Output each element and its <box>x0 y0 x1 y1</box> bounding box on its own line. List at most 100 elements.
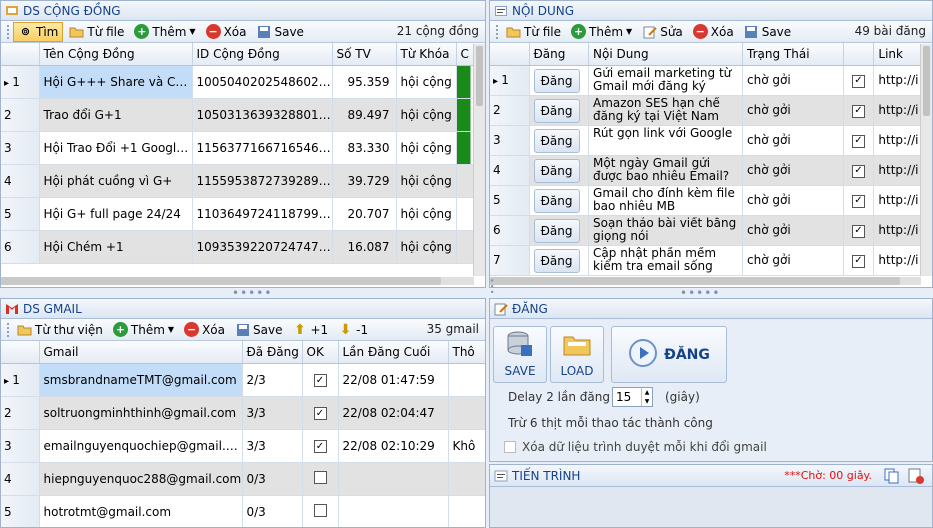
post-row-button[interactable]: Đăng <box>533 98 580 123</box>
row-header[interactable]: 5 <box>490 185 530 216</box>
community-id-cell[interactable]: 10050402025486026263​8 <box>192 65 333 99</box>
members-cell[interactable]: 83.330 <box>332 131 397 165</box>
status-cell[interactable]: chờ gởi <box>742 245 844 276</box>
row-header[interactable]: 3 <box>490 125 530 156</box>
find-button[interactable]: ⊚ Tìm <box>13 21 64 42</box>
table-row[interactable]: 2Trao đổi G+110503136393288012522989.497… <box>1 98 485 132</box>
members-cell[interactable]: 20.707 <box>332 197 397 231</box>
posted-cell[interactable]: 3/3 <box>242 429 303 463</box>
table-row[interactable]: ▸ 1 smsbrandnameTMT@gmail.com 2/3 ✓ 22/08 01… <box>1 363 485 397</box>
splitter-vertical[interactable]: ••• <box>487 278 496 295</box>
content-from-file-button[interactable]: Từ file <box>502 22 565 42</box>
community-id-cell[interactable]: 110364972411879964835 <box>192 197 333 231</box>
community-name-cell[interactable]: Trao đổi G+1 <box>39 98 193 132</box>
community-save-button[interactable]: Save <box>252 22 307 42</box>
delay-spinner[interactable]: 15 ▲ ▼ <box>612 387 653 407</box>
post-row-button[interactable]: Đăng <box>533 218 580 243</box>
col-content[interactable]: Nội Dung <box>588 43 744 66</box>
table-row[interactable]: 5 Đăng Gmail cho đính kèm file bao nhiêu M… <box>490 185 932 216</box>
last-post-cell[interactable] <box>338 495 449 527</box>
content-cell[interactable]: Gửi email marketing từ Gmail mới đăng ký <box>588 65 744 96</box>
row-header[interactable]: 4 <box>1 164 40 198</box>
table-row[interactable]: 4Hội phát cuồng vì G+1155953872739289975… <box>1 164 485 198</box>
members-cell[interactable]: 95.359 <box>332 65 397 99</box>
row-header[interactable]: 3 <box>1 429 40 463</box>
col-community-name[interactable]: Tên Cộng Đồng <box>39 43 193 66</box>
ok-checkbox[interactable]: ✓ <box>313 374 327 388</box>
gmail-add-button[interactable]: + Thêm ▼ <box>109 320 178 340</box>
row-checkbox[interactable]: ✓ <box>852 224 865 238</box>
keyword-cell[interactable]: hội cộng <box>396 65 457 99</box>
keyword-cell[interactable]: hội cộng <box>396 131 457 165</box>
ok-checkbox[interactable]: ✓ <box>313 407 327 421</box>
status-cell[interactable]: chờ gởi <box>742 215 844 246</box>
members-cell[interactable]: 89.497 <box>332 98 397 132</box>
community-id-cell[interactable]: 115637716671654603221 <box>192 131 333 165</box>
community-id-cell[interactable]: 109353922072474798354 <box>192 230 333 264</box>
extra-cell[interactable] <box>448 462 485 496</box>
community-id-cell[interactable]: 115595387273928997556 <box>192 164 333 198</box>
posted-cell[interactable]: 0/3 <box>242 462 303 496</box>
post-row-button[interactable]: Đăng <box>533 188 580 213</box>
post-row-button[interactable]: Đăng <box>533 248 580 273</box>
delay-value[interactable]: 15 <box>613 388 641 406</box>
last-post-cell[interactable]: 22/08 02:10:29 <box>338 429 449 463</box>
content-add-button[interactable]: + Thêm ▼ <box>567 22 636 42</box>
post-start-button[interactable]: ĐĂNG <box>611 326 727 383</box>
community-scrollbar[interactable] <box>473 44 485 276</box>
last-post-cell[interactable]: 22/08 02:04:47 <box>338 396 449 430</box>
gmail-from-library-button[interactable]: Từ thư viện <box>13 320 107 340</box>
content-cell[interactable]: Gmail cho đính kèm file bao nhiêu MB <box>588 185 744 216</box>
extra-cell[interactable] <box>448 396 485 430</box>
row-header[interactable]: 6 <box>490 215 530 246</box>
table-row[interactable]: 3 Đăng Rút gọn link với Google chờ gởi ✓ http… <box>490 125 932 156</box>
table-row[interactable]: 2 soltruongminhthinh@gmail.com 3/3 ✓ 22/08 0… <box>1 396 485 430</box>
row-header[interactable]: ▸ 1 <box>1 65 40 99</box>
table-row[interactable]: ▸ 1 Hội G+++ Share và Co... 10050402025486… <box>1 65 485 99</box>
row-header[interactable]: 2 <box>490 95 530 126</box>
gmail-save-button[interactable]: Save <box>231 320 286 340</box>
table-row[interactable]: 3 Hội Trao Đổi +1 Google ... 1156377166716… <box>1 131 485 165</box>
table-row[interactable]: 7 Đăng Cập nhật phần mềm kiểm tra email số… <box>490 245 932 276</box>
gmail-cell[interactable]: hotrotmt@gmail.com <box>39 495 243 527</box>
content-cell[interactable]: Một ngày Gmail gửi được bao nhiêu Email? <box>588 155 744 186</box>
table-row[interactable]: 5 Hội G+ full page 24/24 11036497241187996… <box>1 197 485 231</box>
content-cell[interactable]: Soạn thảo bài viết bằng giọng nói <box>588 215 744 246</box>
community-name-cell[interactable]: Hội Chém +1 <box>39 230 193 264</box>
extra-cell[interactable]: Khô <box>448 429 485 463</box>
community-name-cell[interactable]: Hội Trao Đổi +1 Google ... <box>39 131 193 165</box>
gmail-delete-button[interactable]: − Xóa <box>180 320 229 340</box>
members-cell[interactable]: 39.729 <box>332 164 397 198</box>
row-header[interactable]: 2 <box>1 396 40 430</box>
spinner-arrows-icon[interactable]: ▲ ▼ <box>641 388 652 406</box>
row-checkbox[interactable]: ✓ <box>852 104 865 118</box>
content-cell[interactable]: Cập nhật phần mềm kiểm tra email sống Ve… <box>588 245 744 276</box>
keyword-cell[interactable]: hội cộng <box>396 197 457 231</box>
ok-checkbox[interactable] <box>313 503 327 517</box>
content-delete-button[interactable]: − Xóa <box>689 22 738 42</box>
community-name-cell[interactable]: Hội G+ full page 24/24 <box>39 197 193 231</box>
table-row[interactable]: ▸ 1 Đăng Gửi email marketing từ Gmail mới … <box>490 65 932 96</box>
post-row-button[interactable]: Đăng <box>533 158 580 183</box>
content-cell[interactable]: Amazon SES hạn chế đăng ký tại Việt Nam <box>588 95 744 126</box>
col-extra[interactable]: Thô <box>448 341 485 364</box>
extra-cell[interactable] <box>448 363 485 397</box>
col-post[interactable]: Đăng <box>529 43 590 66</box>
plus-one-button[interactable]: ⬆ +1 <box>288 320 332 340</box>
row-header[interactable]: 7 <box>490 245 530 276</box>
community-delete-button[interactable]: − Xóa <box>202 22 251 42</box>
table-row[interactable]: 6 Đăng Soạn thảo bài viết bằng giọng nói ch… <box>490 215 932 246</box>
col-gmail[interactable]: Gmail <box>39 341 243 364</box>
row-header[interactable]: 5 <box>1 495 40 527</box>
post-row-button[interactable]: Đăng <box>533 68 580 93</box>
col-keyword[interactable]: Từ Khóa <box>396 43 457 66</box>
last-post-cell[interactable] <box>338 462 449 496</box>
minus-one-button[interactable]: ⬇ -1 <box>334 320 372 340</box>
row-header[interactable]: 5 <box>1 197 40 231</box>
community-from-file-button[interactable]: Từ file <box>65 22 128 42</box>
keyword-cell[interactable]: hội cộng <box>396 98 457 132</box>
row-header[interactable]: 3 <box>1 131 40 165</box>
row-checkbox[interactable]: ✓ <box>852 74 865 88</box>
table-row[interactable]: 4 hiepnguyenquoc288@gmail.com 0/3 <box>1 462 485 496</box>
row-header[interactable]: 4 <box>490 155 530 186</box>
